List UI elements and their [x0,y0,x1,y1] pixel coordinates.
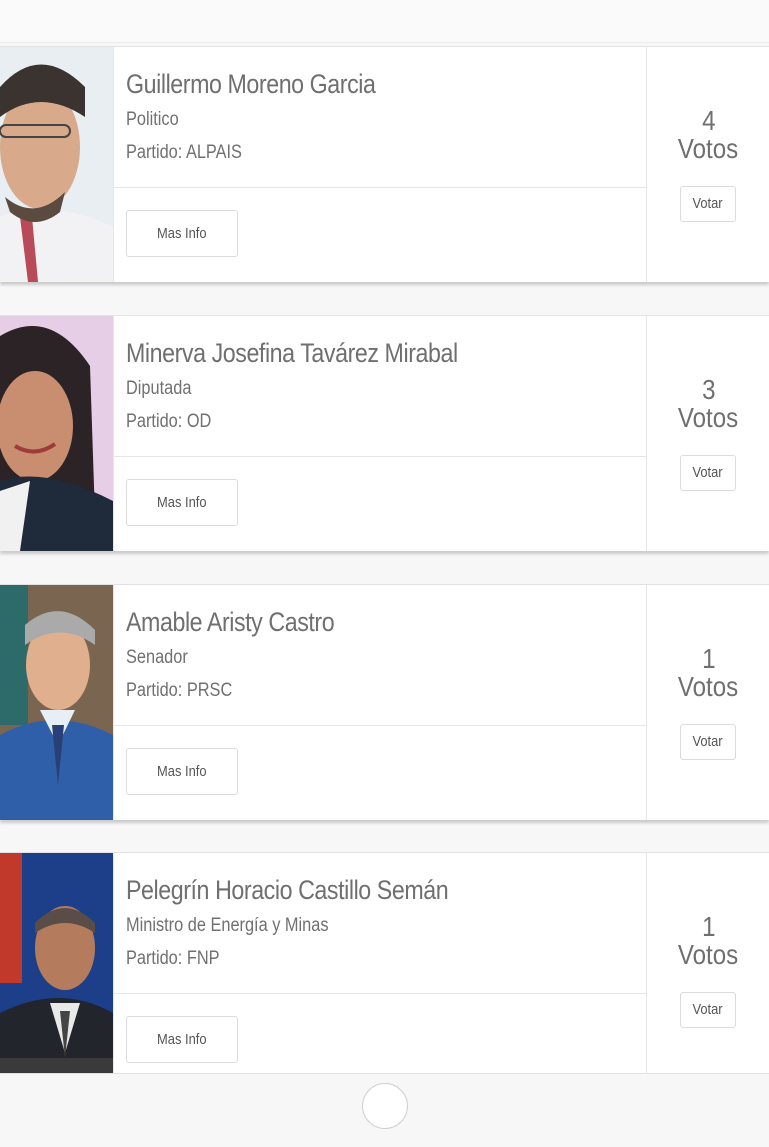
vote-button-label: Votar [692,1001,724,1018]
candidate-role: Ministro de Energía y Minas [126,915,329,936]
vote-unit: Votos [678,671,739,702]
vote-button-label: Votar [692,464,724,481]
vote-unit: Votos [678,402,739,433]
vote-panel: 3 Votos Votar [646,316,769,551]
vote-panel: 4 Votos Votar [646,47,769,282]
candidate-role: Senador [126,647,188,668]
candidate-photo [0,47,113,282]
candidate-party: Partido: OD [126,411,212,432]
more-info-button[interactable]: Mas Info [126,210,238,257]
candidate-name: Guillermo Moreno Garcia [126,69,376,99]
candidate-info: Guillermo Moreno Garcia Politico Partido… [113,47,647,282]
candidate-info: Pelegrín Horacio Castillo Semán Ministro… [113,853,647,1073]
vote-button[interactable]: Votar [680,992,736,1028]
candidate-card: Pelegrín Horacio Castillo Semán Ministro… [0,852,769,1074]
more-info-label: Mas Info [157,1031,207,1048]
candidate-photo [0,585,113,820]
candidate-card: Amable Aristy Castro Senador Partido: PR… [0,584,769,820]
vote-panel: 1 Votos Votar [646,585,769,820]
top-bar [0,0,769,43]
vote-button-label: Votar [692,733,724,750]
candidate-party: Partido: PRSC [126,680,233,701]
candidate-role: Politico [126,109,179,130]
vote-button-label: Votar [692,195,724,212]
candidate-party: Partido: ALPAIS [126,142,242,163]
candidate-name: Amable Aristy Castro [126,607,335,637]
more-info-label: Mas Info [157,225,207,242]
candidate-name: Minerva Josefina Tavárez Mirabal [126,338,458,368]
candidate-info: Minerva Josefina Tavárez Mirabal Diputad… [113,316,647,551]
vote-panel: 1 Votos Votar [646,853,769,1073]
more-info-label: Mas Info [157,763,207,780]
more-info-label: Mas Info [157,494,207,511]
candidate-photo [0,853,113,1073]
candidate-party: Partido: FNP [126,948,220,969]
vote-unit: Votos [678,939,739,970]
more-info-button[interactable]: Mas Info [126,479,238,526]
candidate-card: Guillermo Moreno Garcia Politico Partido… [0,46,769,282]
candidate-name: Pelegrín Horacio Castillo Semán [126,875,449,905]
vote-button[interactable]: Votar [680,186,736,222]
more-info-button[interactable]: Mas Info [126,748,238,795]
candidate-role: Diputada [126,378,192,399]
candidate-photo [0,316,113,551]
vote-unit: Votos [678,133,739,164]
candidate-info: Amable Aristy Castro Senador Partido: PR… [113,585,647,820]
vote-button[interactable]: Votar [680,724,736,760]
home-button[interactable] [362,1083,408,1129]
vote-button[interactable]: Votar [680,455,736,491]
candidate-card: Minerva Josefina Tavárez Mirabal Diputad… [0,315,769,551]
more-info-button[interactable]: Mas Info [126,1016,238,1063]
